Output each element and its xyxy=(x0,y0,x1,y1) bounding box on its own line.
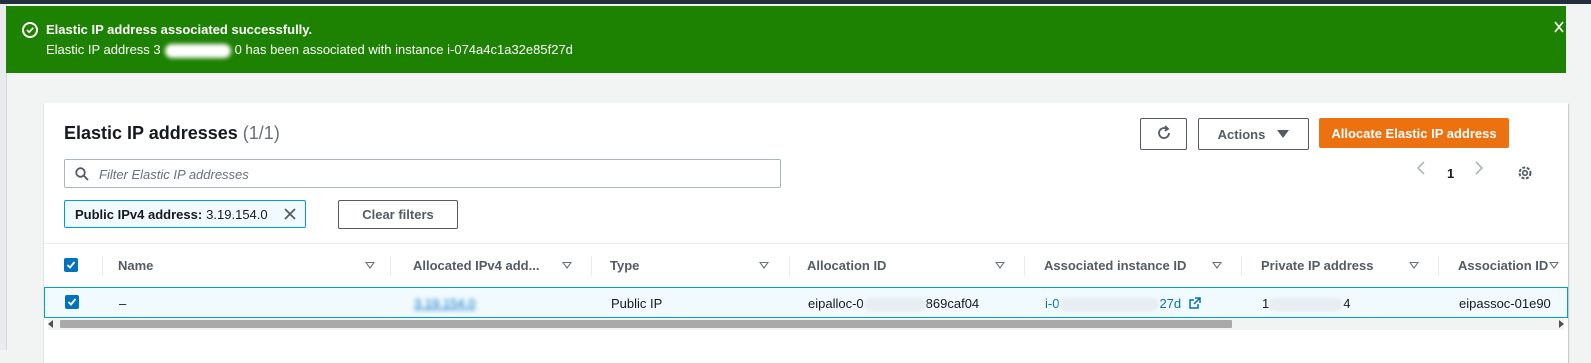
column-divider xyxy=(591,256,592,276)
column-divider xyxy=(1438,256,1439,276)
caret-down-icon xyxy=(1277,130,1290,138)
filter-token-key: Public IPv4 address: xyxy=(75,206,203,222)
table-header: Name Allocated IPv4 add... Type Allocati… xyxy=(44,243,1568,289)
search-icon xyxy=(75,167,89,186)
column-divider xyxy=(789,256,790,276)
external-link-icon xyxy=(1189,296,1201,311)
flash-message-prefix: Elastic IP address 3 xyxy=(46,42,161,57)
flash-message: Elastic IP address 3 0 has been associate… xyxy=(46,42,573,58)
private-ip-suffix: 4 xyxy=(1343,296,1351,311)
redacted-ip xyxy=(164,43,231,58)
allocation-id-prefix: eipalloc-0 xyxy=(808,296,864,311)
title-count: (1/1) xyxy=(242,123,280,143)
refresh-icon xyxy=(1156,124,1172,144)
allocation-id-suffix: 869caf04 xyxy=(925,296,980,311)
check-circle-icon xyxy=(22,22,38,38)
chevron-left-icon[interactable] xyxy=(1416,159,1426,182)
column-header-association-id[interactable]: Association ID xyxy=(1458,258,1548,273)
horizontal-scrollbar[interactable] xyxy=(48,318,1564,330)
instance-id-prefix: i-0 xyxy=(1045,296,1060,311)
scroll-right-arrow[interactable] xyxy=(1559,320,1564,328)
actions-label: Actions xyxy=(1217,126,1266,142)
search-box xyxy=(64,159,781,188)
cell-allocated-ip[interactable]: 3.19.154.0 xyxy=(414,296,475,311)
page-title: Elastic IP addresses (1/1) xyxy=(64,123,280,144)
sort-icon[interactable] xyxy=(995,262,1005,269)
search-input[interactable] xyxy=(97,164,771,185)
scroll-left-arrow[interactable] xyxy=(48,320,53,328)
column-header-name[interactable]: Name xyxy=(118,258,153,273)
sort-icon[interactable] xyxy=(365,262,375,269)
actions-button[interactable]: Actions xyxy=(1198,118,1309,150)
cell-association-id: eipassoc-01e90 xyxy=(1459,296,1551,311)
redacted-text xyxy=(1269,298,1344,312)
column-divider xyxy=(1024,256,1025,276)
row-checkbox[interactable] xyxy=(65,295,79,309)
elastic-ip-panel: Elastic IP addresses (1/1) Actions Alloc… xyxy=(44,103,1568,363)
column-header-private-ip[interactable]: Private IP address xyxy=(1261,258,1374,273)
select-all-checkbox[interactable] xyxy=(64,258,78,272)
column-divider xyxy=(1241,256,1242,276)
filter-token-value: 3.19.154.0 xyxy=(206,206,268,222)
filter-token: Public IPv4 address: 3.19.154.0 xyxy=(64,200,306,228)
table-row[interactable]: – 3.19.154.0 Public IP eipalloc-0 869caf0… xyxy=(44,287,1568,318)
cell-private-ip: 14 xyxy=(1262,296,1351,312)
flash-title: Elastic IP address associated successful… xyxy=(46,22,313,37)
redacted-text xyxy=(1059,298,1160,312)
allocate-elastic-ip-button[interactable]: Allocate Elastic IP address xyxy=(1319,118,1509,148)
cell-name: – xyxy=(119,296,127,311)
close-icon[interactable] xyxy=(1554,20,1564,38)
column-header-allocation-id[interactable]: Allocation ID xyxy=(807,258,886,273)
column-header-instance-id[interactable]: Associated instance ID xyxy=(1044,258,1186,273)
page-number[interactable]: 1 xyxy=(1447,166,1454,181)
sort-icon[interactable] xyxy=(759,262,769,269)
sort-icon[interactable] xyxy=(1549,262,1559,269)
refresh-button[interactable] xyxy=(1140,118,1187,150)
flash-message-suffix: 0 has been associated with instance i-07… xyxy=(234,42,573,57)
cell-instance-id[interactable]: i-0 27d xyxy=(1045,296,1201,312)
top-bar xyxy=(0,0,1591,4)
column-header-allocated-ip[interactable]: Allocated IPv4 add... xyxy=(413,258,539,273)
success-flash: Elastic IP address associated successful… xyxy=(6,6,1566,73)
gear-icon[interactable] xyxy=(1516,164,1534,187)
sort-icon[interactable] xyxy=(1212,262,1222,269)
close-icon[interactable] xyxy=(283,207,297,224)
redacted-text xyxy=(863,298,926,312)
cell-allocation-id: eipalloc-0 869caf04 xyxy=(808,296,980,312)
column-header-type[interactable]: Type xyxy=(610,258,639,273)
sort-icon[interactable] xyxy=(1409,262,1419,269)
column-divider xyxy=(102,256,103,276)
title-text: Elastic IP addresses xyxy=(64,123,238,143)
sort-icon[interactable] xyxy=(562,262,572,269)
cell-type: Public IP xyxy=(611,296,663,311)
instance-id-suffix: 27d xyxy=(1159,296,1182,311)
column-divider xyxy=(390,256,391,276)
scrollbar-thumb[interactable] xyxy=(60,320,1232,328)
chevron-right-icon[interactable] xyxy=(1474,159,1484,182)
clear-filters-button[interactable]: Clear filters xyxy=(338,200,458,229)
private-ip-prefix: 1 xyxy=(1262,296,1270,311)
